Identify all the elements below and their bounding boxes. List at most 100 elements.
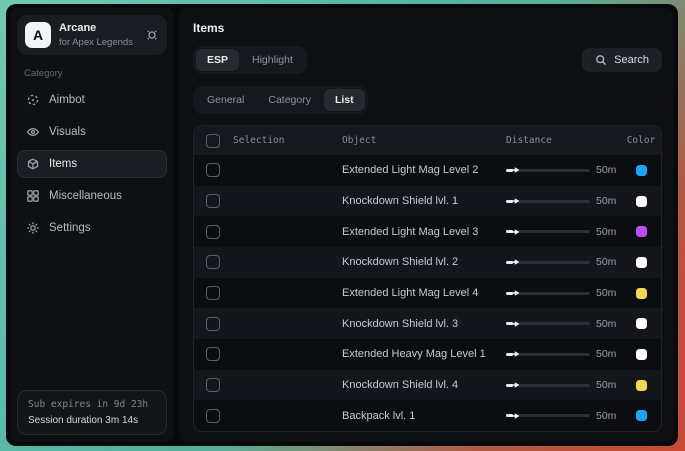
- gear-icon: [26, 221, 40, 235]
- sidebar-item-items[interactable]: Items: [17, 150, 167, 178]
- row-checkbox[interactable]: [206, 409, 220, 423]
- distance-slider[interactable]: [506, 169, 590, 172]
- distance-slider[interactable]: [506, 322, 590, 325]
- slider-thumb-arrow-icon[interactable]: [509, 320, 521, 328]
- distance-slider[interactable]: [506, 292, 590, 295]
- slider-thumb-arrow-icon[interactable]: [509, 412, 521, 420]
- app-title: Arcane: [59, 22, 133, 34]
- mode-tabs: ESP Highlight: [193, 46, 307, 74]
- table-body: Extended Light Mag Level 2 50m Knockdown…: [194, 155, 661, 431]
- object-name: Knockdown Shield lvl. 3: [342, 318, 506, 330]
- sidebar-item-label: Items: [49, 158, 77, 170]
- sidebar-item-visuals[interactable]: Visuals: [17, 118, 167, 146]
- slider-thumb-arrow-icon[interactable]: [509, 381, 521, 389]
- distance-value: 50m: [596, 379, 621, 391]
- object-name: Knockdown Shield lvl. 1: [342, 195, 506, 207]
- slider-thumb-arrow-icon[interactable]: [509, 166, 521, 174]
- sidebar-item-label: Miscellaneous: [49, 190, 122, 202]
- search-label: Search: [614, 54, 649, 66]
- row-checkbox[interactable]: [206, 347, 220, 361]
- tab-highlight[interactable]: Highlight: [241, 49, 304, 71]
- slider-thumb-arrow-icon[interactable]: [509, 258, 521, 266]
- color-swatch[interactable]: [636, 165, 647, 176]
- object-name: Knockdown Shield lvl. 2: [342, 256, 506, 268]
- sidebar-item-miscellaneous[interactable]: Miscellaneous: [17, 182, 167, 210]
- row-checkbox[interactable]: [206, 225, 220, 239]
- distance-slider[interactable]: [506, 230, 590, 233]
- distance-slider[interactable]: [506, 414, 590, 417]
- distance-slider[interactable]: [506, 353, 590, 356]
- object-name: Knockdown Shield lvl. 4: [342, 379, 506, 391]
- app-subtitle: for Apex Legends: [59, 37, 133, 48]
- color-swatch[interactable]: [636, 410, 647, 421]
- slider-thumb-arrow-icon[interactable]: [509, 228, 521, 236]
- search-button[interactable]: Search: [582, 48, 662, 72]
- table-row: Knockdown Shield lvl. 3 50m: [194, 308, 661, 339]
- table-row: Knockdown Shield lvl. 2 50m: [194, 247, 661, 278]
- object-name: Extended Light Mag Level 3: [342, 226, 506, 238]
- sidebar-item-aimbot[interactable]: Aimbot: [17, 86, 167, 114]
- page-title: Items: [193, 21, 662, 35]
- header-selection: Selection: [233, 135, 284, 146]
- select-all-checkbox[interactable]: [206, 134, 220, 148]
- distance-slider[interactable]: [506, 200, 590, 203]
- color-swatch[interactable]: [636, 318, 647, 329]
- color-swatch[interactable]: [636, 380, 647, 391]
- package-icon: [26, 157, 40, 171]
- pin-icon[interactable]: [145, 28, 159, 42]
- distance-slider[interactable]: [506, 261, 590, 264]
- row-checkbox[interactable]: [206, 378, 220, 392]
- tab-general[interactable]: General: [196, 89, 255, 111]
- row-checkbox[interactable]: [206, 286, 220, 300]
- row-checkbox[interactable]: [206, 317, 220, 331]
- app-window: A Arcane for Apex Legends Category Aimbo…: [6, 4, 678, 446]
- color-swatch[interactable]: [636, 196, 647, 207]
- slider-thumb-arrow-icon[interactable]: [509, 197, 521, 205]
- object-name: Extended Heavy Mag Level 1: [342, 348, 506, 360]
- sidebar-item-label: Aimbot: [49, 94, 85, 106]
- distance-slider[interactable]: [506, 384, 590, 387]
- table-row: Extended Light Mag Level 2 50m: [194, 155, 661, 186]
- row-checkbox[interactable]: [206, 163, 220, 177]
- sidebar-item-label: Visuals: [49, 126, 86, 138]
- color-swatch[interactable]: [636, 349, 647, 360]
- tab-category[interactable]: Category: [257, 89, 322, 111]
- distance-value: 50m: [596, 318, 621, 330]
- distance-value: 50m: [596, 195, 621, 207]
- color-swatch[interactable]: [636, 257, 647, 268]
- table-row: Extended Light Mag Level 4 50m: [194, 278, 661, 309]
- table-header: Selection Object Distance Color: [194, 126, 661, 155]
- view-tabs: General Category List: [193, 86, 368, 114]
- slider-thumb-arrow-icon[interactable]: [509, 289, 521, 297]
- category-label: Category: [24, 68, 160, 79]
- crosshair-icon: [26, 93, 40, 107]
- distance-value: 50m: [596, 256, 621, 268]
- color-swatch[interactable]: [636, 226, 647, 237]
- main-panel: Items ESP Highlight Search General Categ…: [179, 8, 674, 442]
- grid-icon: [26, 189, 40, 203]
- toolbar: ESP Highlight Search: [193, 46, 662, 74]
- tab-list[interactable]: List: [324, 89, 365, 111]
- row-checkbox[interactable]: [206, 255, 220, 269]
- brand-card: A Arcane for Apex Legends: [17, 15, 167, 55]
- row-checkbox[interactable]: [206, 194, 220, 208]
- table-row: Extended Light Mag Level 3 50m: [194, 216, 661, 247]
- object-name: Extended Light Mag Level 4: [342, 287, 506, 299]
- header-distance: Distance: [506, 135, 621, 146]
- color-swatch[interactable]: [636, 288, 647, 299]
- view-toolbar: General Category List: [193, 86, 662, 114]
- table-row: Knockdown Shield lvl. 4 50m: [194, 370, 661, 401]
- session-duration-text: Session duration 3m 14s: [28, 415, 156, 426]
- object-name: Extended Light Mag Level 2: [342, 164, 506, 176]
- header-color: Color: [621, 135, 661, 146]
- object-name: Backpack lvl. 1: [342, 410, 506, 422]
- tab-esp[interactable]: ESP: [196, 49, 239, 71]
- slider-thumb-arrow-icon[interactable]: [509, 350, 521, 358]
- table-row: Extended Heavy Mag Level 1 50m: [194, 339, 661, 370]
- search-icon: [595, 54, 607, 66]
- sidebar: A Arcane for Apex Legends Category Aimbo…: [10, 8, 174, 442]
- sidebar-item-settings[interactable]: Settings: [17, 214, 167, 242]
- sidebar-item-label: Settings: [49, 222, 91, 234]
- header-object: Object: [342, 135, 506, 146]
- distance-value: 50m: [596, 410, 621, 422]
